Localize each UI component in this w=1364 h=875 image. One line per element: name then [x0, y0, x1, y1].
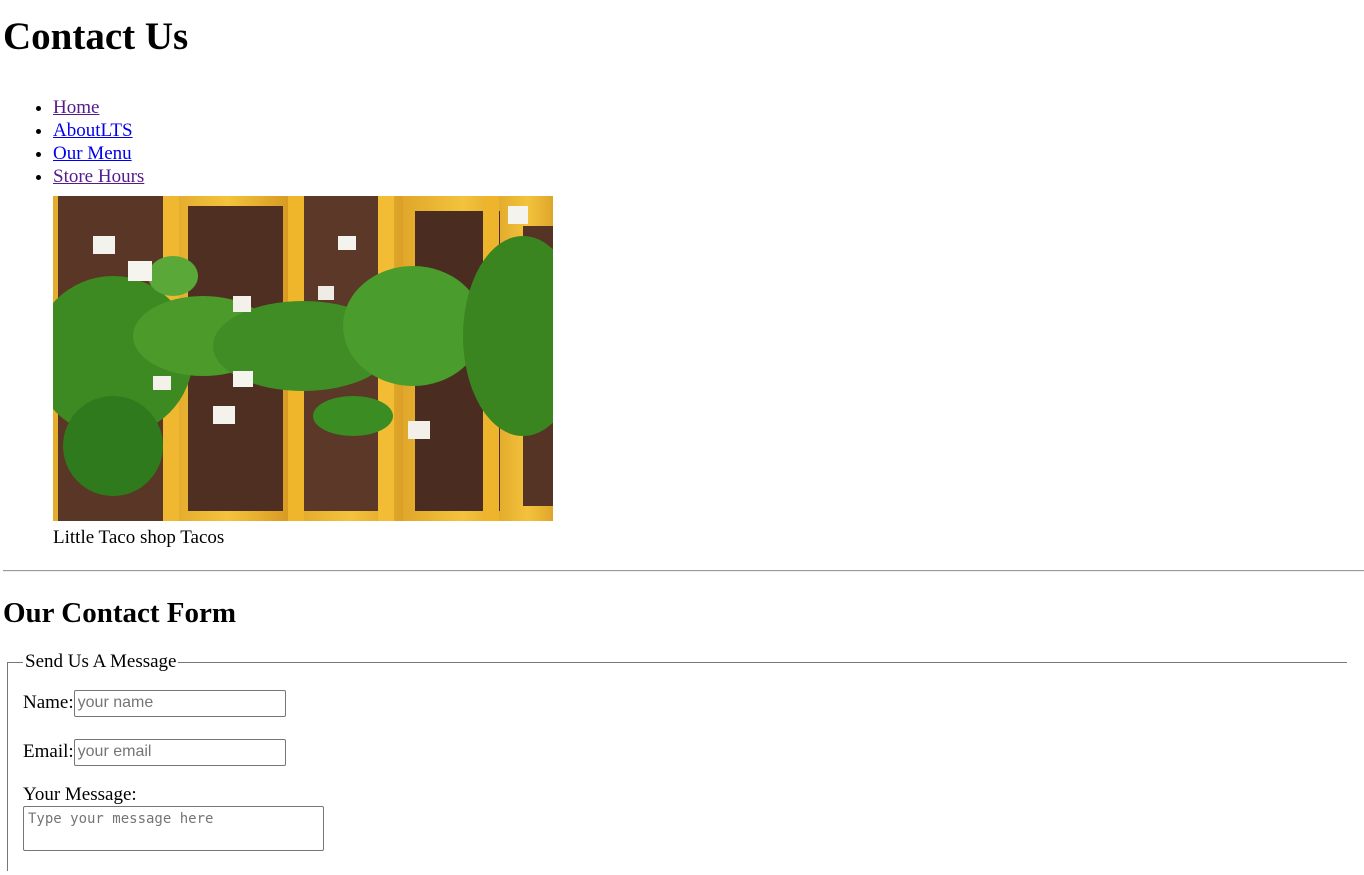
nav-item-home: Home	[53, 96, 1364, 119]
email-input[interactable]	[73, 738, 286, 766]
nav-item-hours: Store Hours	[53, 165, 1364, 188]
hero-figure: Little Taco shop Tacos	[53, 196, 553, 550]
nav-link-hours[interactable]: Store Hours	[53, 166, 144, 187]
email-label: Email:	[23, 741, 74, 762]
nav-item-about: AboutLTS	[53, 119, 1364, 142]
email-row: Email:	[23, 738, 1347, 766]
message-textarea[interactable]	[23, 806, 324, 851]
page-title: Contact Us	[3, 15, 189, 58]
name-row: Name:	[23, 689, 1347, 717]
nav-link-home[interactable]: Home	[53, 97, 99, 118]
name-label: Name:	[23, 692, 74, 713]
nav-link-about[interactable]: AboutLTS	[53, 120, 133, 141]
form-heading: Our Contact Form	[3, 597, 237, 629]
nav-item-menu: Our Menu	[53, 142, 1364, 165]
fieldset-legend: Send Us A Message	[25, 651, 177, 672]
contact-fieldset: Send Us A Message Name: Email: Your Mess…	[7, 651, 1347, 871]
main-nav: Home AboutLTS Our Menu Store Hours	[3, 96, 1364, 188]
message-label: Your Message:	[23, 784, 137, 805]
tacos-photo	[53, 196, 553, 521]
section-divider	[3, 570, 1364, 572]
nav-link-menu[interactable]: Our Menu	[53, 143, 132, 164]
hero-caption: Little Taco shop Tacos	[53, 527, 225, 548]
name-input[interactable]	[73, 689, 286, 717]
page: Contact Us Home AboutLTS Our Menu Store …	[0, 0, 1364, 871]
